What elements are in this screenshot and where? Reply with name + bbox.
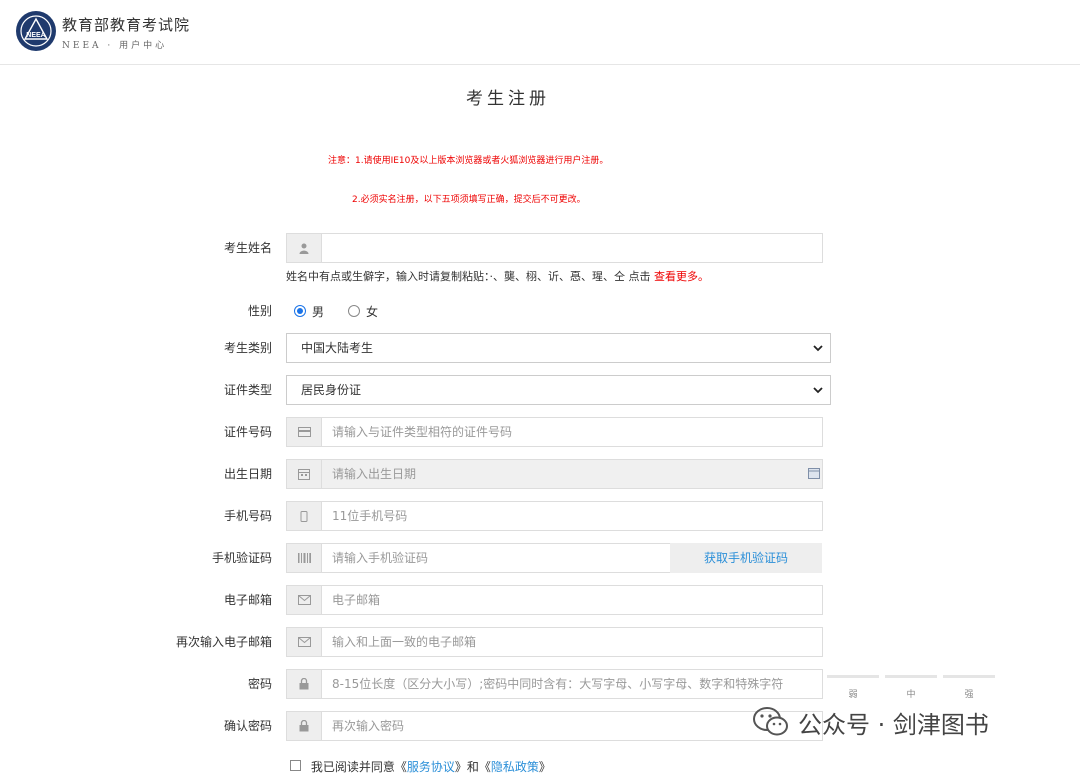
row-sms-code: 手机验证码 请输入手机验证码 获取手机验证码: [0, 543, 1080, 573]
password-strength-weak: 弱: [848, 690, 858, 700]
password-strength-bar-medium: [885, 675, 937, 678]
name-input[interactable]: [286, 233, 823, 263]
sms-code-placeholder: 请输入手机验证码: [332, 551, 429, 565]
birth-date-placeholder: 请输入出生日期: [332, 467, 417, 481]
radio-unchecked-icon: [348, 305, 360, 317]
card-icon: [287, 418, 322, 446]
label-candidate-type: 考生类别: [223, 341, 272, 355]
site-header: NEEA 教育部教育考试院 NEEA · 用户中心: [0, 0, 1080, 65]
birth-date-input[interactable]: 请输入出生日期: [286, 459, 823, 489]
neea-logo-icon[interactable]: NEEA: [15, 10, 57, 52]
mobile-placeholder: 11位手机号码: [332, 509, 408, 523]
brand: 教育部教育考试院 NEEA · 用户中心: [62, 14, 190, 51]
view-more-link[interactable]: 查看更多。: [654, 270, 709, 283]
watermark-text: 公众号 · 剑津图书: [798, 710, 989, 739]
label-id-type: 证件类型: [223, 383, 272, 397]
row-candidate-type: 考生类别 中国大陆考生: [0, 333, 1080, 363]
row-gender: 性别 男 女: [0, 296, 1080, 326]
password-placeholder: 8-15位长度（区分大小写）;密码中同时含有：大写字母、小写字母、数字和特殊字符: [332, 677, 784, 691]
candidate-type-select[interactable]: 中国大陆考生: [286, 333, 831, 363]
terms-middle: 》和《: [454, 760, 491, 774]
row-id-type: 证件类型 居民身份证: [0, 375, 1080, 405]
radio-checked-icon: [294, 305, 306, 317]
password-strength-strong: 强: [964, 690, 974, 700]
label-mobile: 手机号码: [223, 509, 272, 523]
chevron-down-icon: [813, 345, 823, 352]
label-email: 电子邮箱: [223, 593, 272, 607]
label-password: 密码: [247, 677, 272, 691]
brand-name: 教育部教育考试院: [62, 16, 191, 34]
name-hint: 姓名中有点或生僻字，输入时请复制粘贴：·、龑、栩、䜣、㥑、瑆、仝 点击 查看更多…: [286, 268, 709, 284]
row-mobile: 手机号码 11位手机号码: [0, 501, 1080, 531]
label-birth-date: 出生日期: [223, 467, 272, 481]
row-email-confirm: 再次输入电子邮箱 输入和上面一致的电子邮箱: [0, 627, 1080, 657]
email-confirm-input[interactable]: 输入和上面一致的电子邮箱: [286, 627, 823, 657]
notice-browser: 注意：1.请使用IE10及以上版本浏览器或者火狐浏览器进行用户注册。: [328, 156, 609, 166]
terms-agreement: 我已阅读并同意《服务协议》和《隐私政策》: [290, 758, 551, 775]
get-sms-code-button[interactable]: 获取手机验证码: [670, 543, 822, 573]
watermark: 公众号 · 剑津图书: [752, 704, 989, 740]
candidate-type-value: 中国大陆考生: [301, 341, 374, 355]
password-confirm-placeholder: 再次输入密码: [332, 719, 405, 733]
brand-subtitle: NEEA · 用户中心: [62, 41, 168, 51]
label-password-confirm: 确认密码: [223, 719, 272, 733]
terms-prefix: 我已阅读并同意《: [310, 760, 407, 774]
id-type-value: 居民身份证: [301, 383, 362, 397]
service-agreement-link[interactable]: 服务协议: [407, 760, 455, 774]
email-confirm-placeholder: 输入和上面一致的电子邮箱: [332, 635, 477, 649]
gender-radio-female[interactable]: 女: [348, 296, 378, 326]
id-type-select[interactable]: 居民身份证: [286, 375, 831, 405]
sms-code-input[interactable]: 请输入手机验证码: [286, 543, 671, 573]
password-input[interactable]: 8-15位长度（区分大小写）;密码中同时含有：大写字母、小写字母、数字和特殊字符: [286, 669, 823, 699]
logo-text: NEEA: [26, 32, 45, 39]
privacy-policy-link[interactable]: 隐私政策: [491, 760, 539, 774]
chevron-down-icon: [813, 387, 823, 394]
date-picker-icon[interactable]: [808, 468, 820, 479]
envelope-icon: [287, 586, 322, 614]
gender-female-label: 女: [366, 304, 379, 319]
lock-icon: [287, 712, 322, 740]
email-input[interactable]: 电子邮箱: [286, 585, 823, 615]
password-confirm-input[interactable]: 再次输入密码: [286, 711, 823, 741]
row-name: 考生姓名: [0, 233, 1080, 263]
mobile-phone-icon: [287, 502, 322, 530]
row-id-number: 证件号码 请输入与证件类型相符的证件号码: [0, 417, 1080, 447]
password-strength-medium: 中: [906, 690, 916, 700]
password-strength-bar-weak: [827, 675, 879, 678]
label-email-confirm: 再次输入电子邮箱: [175, 635, 272, 649]
row-birth-date: 出生日期 请输入出生日期: [0, 459, 1080, 489]
label-sms-code: 手机验证码: [211, 551, 272, 565]
row-email: 电子邮箱 电子邮箱: [0, 585, 1080, 615]
email-placeholder: 电子邮箱: [332, 593, 381, 607]
calendar-icon: [287, 460, 322, 488]
id-number-placeholder: 请输入与证件类型相符的证件号码: [332, 425, 513, 439]
label-id-number: 证件号码: [223, 425, 272, 439]
user-icon: [287, 234, 322, 262]
wechat-icon: [753, 707, 788, 736]
label-gender: 性别: [247, 304, 272, 318]
page-title: 考生注册: [466, 89, 550, 109]
id-number-input[interactable]: 请输入与证件类型相符的证件号码: [286, 417, 823, 447]
envelope-icon: [287, 628, 322, 656]
lock-icon: [287, 670, 322, 698]
gender-radio-male[interactable]: 男: [294, 296, 324, 326]
name-hint-text: 姓名中有点或生僻字，输入时请复制粘贴：·、龑、栩、䜣、㥑、瑆、仝 点击: [286, 270, 651, 283]
notice-realname: 2.必须实名注册，以下五项须填写正确，提交后不可更改。: [352, 195, 586, 205]
barcode-icon: [287, 544, 322, 572]
mobile-input[interactable]: 11位手机号码: [286, 501, 823, 531]
gender-male-label: 男: [312, 304, 325, 319]
label-name: 考生姓名: [223, 241, 272, 255]
password-strength-bar-strong: [943, 675, 995, 678]
terms-suffix: 》: [538, 760, 551, 774]
